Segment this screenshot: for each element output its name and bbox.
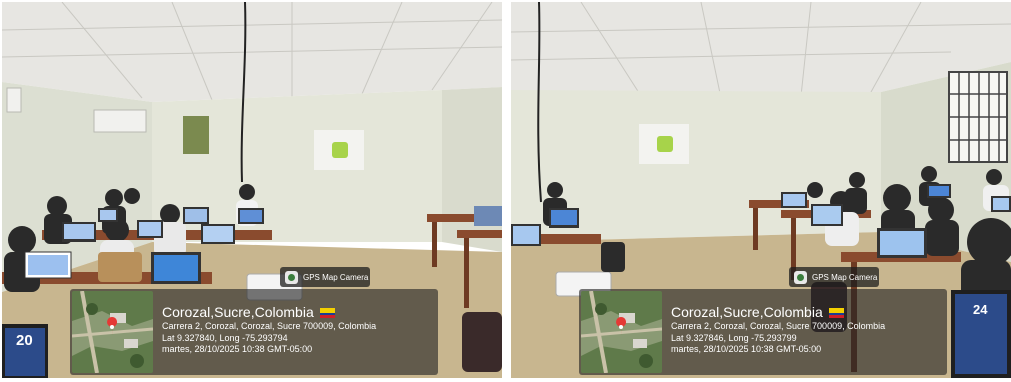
location-title: Corozal,Sucre,Colombia xyxy=(671,304,823,320)
coordinates-line: Lat 9.327840, Long -75.293794 xyxy=(162,332,288,343)
classroom-photo-left: 20 GPS Map Camera Corozal,Sucre,Colombia xyxy=(2,2,502,378)
coordinates-line: Lat 9.327846, Long -75.293799 xyxy=(671,332,797,343)
colombia-flag-icon xyxy=(828,307,844,318)
gps-tag-label: GPS Map Camera xyxy=(812,272,878,282)
gps-map-camera-tag: GPS Map Camera xyxy=(789,267,879,287)
laptop-screen-badge: 20 xyxy=(16,332,33,349)
gps-info-overlay: Corozal,Sucre,Colombia Carrera 2, Coroza… xyxy=(579,289,947,375)
colombia-flag-icon xyxy=(319,307,335,318)
location-title: Corozal,Sucre,Colombia xyxy=(162,304,314,320)
camera-icon xyxy=(794,270,807,284)
datetime-line: martes, 28/10/2025 10:38 GMT-05:00 xyxy=(162,344,313,354)
satellite-map-thumbnail xyxy=(581,291,662,373)
laptop-screen-badge: 24 xyxy=(973,302,988,317)
camera-icon xyxy=(285,270,298,284)
gps-tag-label: GPS Map Camera xyxy=(303,272,369,282)
classroom-photo-right: 24 GPS Map Camera Corozal,Sucre,Colombia xyxy=(511,2,1011,378)
address-line: Carrera 2, Corozal, Corozal, Sucre 70000… xyxy=(671,321,886,331)
datetime-line: martes, 28/10/2025 10:38 GMT-05:00 xyxy=(671,344,822,354)
gps-info-overlay: Corozal,Sucre,Colombia Carrera 2, Coroza… xyxy=(70,289,438,375)
gps-map-camera-tag: GPS Map Camera xyxy=(280,267,370,287)
address-line: Carrera 2, Corozal, Corozal, Sucre 70000… xyxy=(162,321,377,331)
satellite-map-thumbnail xyxy=(72,291,153,373)
